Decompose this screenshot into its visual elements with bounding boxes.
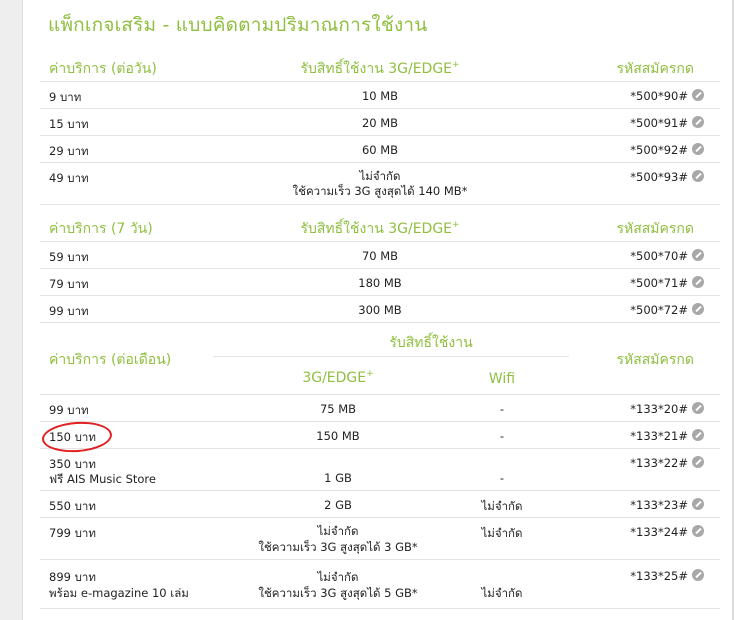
mobile-sms-icon[interactable]	[692, 303, 704, 315]
table-row: 9 บาท 10 MB *500*90#	[40, 82, 720, 109]
price-cell: 799 บาท	[49, 526, 96, 540]
code-cell[interactable]: *500*72#	[630, 303, 688, 317]
rights-cell-note: ใช้ความเร็ว 3G สูงสุดได้ 140 MB*	[292, 184, 468, 198]
table-row: 550 บาท 2 GB ไม่จำกัด *133*23#	[40, 491, 720, 518]
price-cell: 49 บาท	[49, 171, 89, 185]
table-row: 59 บาท 70 MB *500*70#	[40, 242, 720, 269]
monthly-header-3g: 3G/EDGE+	[253, 369, 423, 386]
table-row: 15 บาท 20 MB *500*91#	[40, 109, 720, 136]
daily-header-plus: +	[452, 60, 460, 70]
code-cell[interactable]: *133*24#	[630, 525, 688, 539]
subheader-divider	[213, 356, 569, 357]
rights-cell: 20 MB	[361, 116, 399, 130]
table-row: 99 บาท 300 MB *500*72#	[40, 296, 720, 323]
monthly-header-row: ค่าบริการ (ต่อเดือน) รับสิทธิ์ใช้งาน 3G/…	[40, 328, 720, 395]
code-cell[interactable]: *500*90#	[630, 89, 688, 103]
price-cell: 79 บาท	[49, 277, 89, 291]
weekly-header-rights: รับสิทธิ์ใช้งาน 3G/EDGE+	[215, 218, 545, 240]
wifi-cell: -	[499, 471, 505, 485]
table-row: 99 บาท 75 MB - *133*20#	[40, 395, 720, 422]
code-cell[interactable]: *500*71#	[630, 276, 688, 290]
wifi-cell: ไม่จำกัด	[481, 499, 523, 513]
3g-cell: 1 GB	[324, 471, 352, 485]
table-row: 79 บาท 180 MB *500*71#	[40, 269, 720, 296]
mobile-sms-icon[interactable]	[692, 276, 704, 288]
mobile-sms-icon[interactable]	[692, 429, 704, 441]
code-cell[interactable]: *133*20#	[630, 402, 688, 416]
monthly-header-price: ค่าบริการ (ต่อเดือน)	[49, 352, 172, 368]
3g-cell: 150 MB	[316, 429, 360, 443]
left-page-margin	[0, 0, 23, 620]
weekly-header-rights-text: รับสิทธิ์ใช้งาน 3G/EDGE	[300, 221, 453, 237]
weekly-header-price: ค่าบริการ (7 วัน)	[49, 221, 153, 237]
wifi-cell: ไม่จำกัด	[481, 526, 523, 540]
table-row: 49 บาท ไม่จำกัด ใช้ความเร็ว 3G สูงสุดได้…	[40, 163, 720, 205]
daily-header-rights: รับสิทธิ์ใช้งาน 3G/EDGE+	[215, 58, 545, 80]
price-cell: 15 บาท	[49, 117, 89, 131]
3g-cell: 75 MB	[319, 402, 357, 416]
wifi-cell: -	[499, 402, 505, 416]
mobile-sms-icon[interactable]	[692, 456, 704, 468]
3g-cell-note: ใช้ความเร็ว 3G สูงสุดได้ 5 GB*	[258, 586, 418, 600]
weekly-header-row: ค่าบริการ (7 วัน) รับสิทธิ์ใช้งาน 3G/EDG…	[40, 212, 720, 242]
monthly-header-rights: รับสิทธิ์ใช้งาน	[389, 335, 473, 351]
daily-header-price: ค่าบริการ (ต่อวัน)	[49, 61, 157, 77]
mobile-sms-icon[interactable]	[692, 143, 704, 155]
weekly-header-code: รหัสสมัครกด	[616, 221, 694, 237]
rights-cell: 70 MB	[361, 249, 399, 263]
mobile-sms-icon[interactable]	[692, 569, 704, 581]
code-cell[interactable]: *500*70#	[630, 249, 688, 263]
mobile-sms-icon[interactable]	[692, 170, 704, 182]
table-row: 150 บาท 150 MB - *133*21#	[40, 422, 720, 449]
rights-cell: 300 MB	[358, 303, 402, 317]
monthly-header-code: รหัสสมัครกด	[616, 352, 694, 368]
wifi-cell: ไม่จำกัด	[481, 586, 523, 600]
3g-cell-note: ใช้ความเร็ว 3G สูงสุดได้ 3 GB*	[258, 540, 418, 554]
price-cell-note: ฟรี AIS Music Store	[49, 472, 156, 486]
table-row: 29 บาท 60 MB *500*92#	[40, 136, 720, 163]
code-cell[interactable]: *133*25#	[630, 569, 688, 583]
rights-cell: 60 MB	[361, 143, 399, 157]
code-cell[interactable]: *133*21#	[630, 429, 688, 443]
monthly-header-plus: +	[366, 369, 374, 379]
price-cell: 99 บาท	[49, 403, 89, 417]
code-cell[interactable]: *133*23#	[630, 498, 688, 512]
code-cell[interactable]: *500*93#	[630, 170, 688, 184]
mobile-sms-icon[interactable]	[692, 402, 704, 414]
mobile-sms-icon[interactable]	[692, 525, 704, 537]
price-cell-note: พร้อม e-magazine 10 เล่ม	[49, 586, 189, 600]
mobile-sms-icon[interactable]	[692, 89, 704, 101]
table-row: 799 บาท ไม่จำกัด ใช้ความเร็ว 3G สูงสุดได…	[40, 518, 720, 560]
daily-header-rights-text: รับสิทธิ์ใช้งาน 3G/EDGE	[300, 61, 453, 77]
price-cell: 59 บาท	[49, 250, 89, 264]
price-cell: 29 บาท	[49, 144, 89, 158]
monthly-header-wifi: Wifi	[488, 371, 516, 387]
price-cell: 9 บาท	[49, 90, 82, 104]
monthly-header-3g-text: 3G/EDGE	[302, 370, 367, 386]
code-cell[interactable]: *500*92#	[630, 143, 688, 157]
daily-header-code: รหัสสมัครกด	[616, 61, 694, 77]
mobile-sms-icon[interactable]	[692, 116, 704, 128]
daily-header-row: ค่าบริการ (ต่อวัน) รับสิทธิ์ใช้งาน 3G/ED…	[40, 52, 720, 82]
wifi-cell: -	[499, 429, 505, 443]
page-title: แพ็กเกจเสริม - แบบคิดตามปริมาณการใช้งาน	[48, 14, 428, 36]
code-cell[interactable]: *500*91#	[630, 116, 688, 130]
price-cell: 99 บาท	[49, 304, 89, 318]
3g-cell: 2 GB	[324, 498, 352, 512]
rights-cell: 180 MB	[358, 276, 402, 290]
mobile-sms-icon[interactable]	[692, 498, 704, 510]
code-cell[interactable]: *133*22#	[630, 456, 688, 470]
table-row: 899 บาท พร้อม e-magazine 10 เล่ม ไม่จำกั…	[40, 560, 720, 609]
mobile-sms-icon[interactable]	[692, 249, 704, 261]
weekly-header-plus: +	[452, 220, 460, 230]
rights-cell: 10 MB	[361, 89, 399, 103]
table-row: 350 บาท ฟรี AIS Music Store 1 GB - *133*…	[40, 449, 720, 491]
price-cell: 550 บาท	[49, 499, 96, 513]
